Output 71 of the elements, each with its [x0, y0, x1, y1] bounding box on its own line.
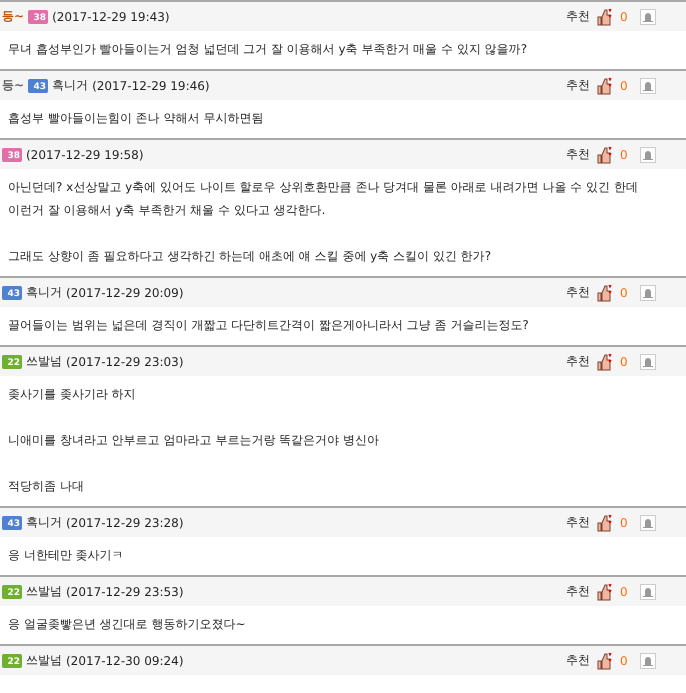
siren-icon: [643, 80, 653, 90]
level-badge: 43: [2, 516, 22, 530]
thumbs-up-icon[interactable]: [596, 514, 614, 532]
thumbs-up-icon[interactable]: [596, 284, 614, 302]
level-badge: 38: [2, 148, 22, 162]
report-button[interactable]: [640, 354, 656, 370]
author-name[interactable]: 흑니거: [52, 77, 88, 94]
siren-icon: [643, 586, 653, 596]
level-badge: 38: [28, 10, 48, 24]
level-badge: 43: [28, 78, 48, 92]
recommend-label: 추천: [566, 583, 590, 600]
comment-text: 좆사기를 좆사기라 하지 니애미를 창녀라고 안부르고 엄마라고 부르는거랑 똑같은거야 병신아 적당히좀 나대: [7, 386, 380, 495]
thumbs-up-icon[interactable]: [596, 76, 614, 94]
siren-icon: [643, 518, 653, 528]
recommend-count: 0: [620, 78, 629, 92]
comment-text: 무녀 흡성부인가 빨아들이는거 엄청 넓던데 그거 잘 이용해서 y축 부족한거 매울 수 있지 않을까?: [7, 41, 528, 58]
comment-time: (2017-12-29 20:09): [66, 286, 184, 300]
report-button[interactable]: [640, 8, 656, 24]
siren-icon: [643, 356, 653, 366]
comment-time: (2017-12-29 23:28): [66, 516, 184, 530]
comment-text: 응 얼굴좆빻은년 생긴대로 행동하기오졌다~: [7, 616, 246, 633]
recommend-count: 0: [620, 286, 629, 300]
author-name[interactable]: 쓰발넘: [26, 652, 62, 669]
recommend-count: 0: [620, 354, 629, 368]
recommend-label: 추천: [566, 652, 590, 669]
siren-icon: [643, 288, 653, 298]
recommend-count: 0: [620, 584, 629, 598]
comment-time: (2017-12-30 09:24): [66, 654, 184, 668]
author-name[interactable]: 쓰발넘: [26, 583, 62, 600]
author-name[interactable]: 흑니거: [26, 284, 62, 301]
recommend-label: 추천: [566, 77, 590, 94]
rank-label: 등~: [2, 77, 24, 94]
report-button[interactable]: [640, 146, 656, 162]
comment-text: 아닌던데? x선상말고 y축에 있어도 나이트 할로우 상위호환만큼 존나 당겨대 물론 아래로 내려가면 나올 수 있긴 한데 이런거 잘 이용해서 y축 부족한거 채울 수 있다고 생각한다. 그래도 상향이 좀 필요하다고 생각하긴 하는데 애초에 얘 스킬 중에 y축 스킬이 있긴 한가?: [7, 179, 639, 265]
thumbs-up-icon[interactable]: [596, 8, 614, 26]
comment-time: (2017-12-29 23:03): [66, 354, 184, 368]
thumbs-up-icon[interactable]: [596, 582, 614, 600]
level-badge: 22: [2, 354, 22, 368]
author-name[interactable]: 흑니거: [26, 514, 62, 531]
recommend-count: 0: [620, 148, 629, 162]
rank-label: 등~: [2, 8, 24, 25]
report-button[interactable]: [640, 584, 656, 600]
comment-text: 응 너한테만 좆사기ㅋ: [7, 547, 125, 564]
siren-icon: [643, 12, 653, 22]
thumbs-up-icon[interactable]: [596, 652, 614, 670]
siren-icon: [643, 656, 653, 666]
comment-text: 끌어들이는 범위는 넓은데 경직이 개짧고 다단히트간격이 짧은게아니라서 그냥 좀 거슬리는정도?: [7, 317, 530, 334]
report-button[interactable]: [640, 284, 656, 300]
recommend-label: 추천: [566, 284, 590, 301]
comment-time: (2017-12-29 19:46): [92, 78, 210, 92]
author-name[interactable]: 쓰발넘: [26, 353, 62, 370]
comment-time: (2017-12-29 23:53): [66, 584, 184, 598]
report-button[interactable]: [640, 652, 656, 668]
level-badge: 43: [2, 286, 22, 300]
comment-text: 흡성부 빨아들이는힘이 존나 약해서 무시하면됨: [7, 110, 264, 127]
comment-time: (2017-12-29 19:43): [52, 10, 170, 24]
recommend-label: 추천: [566, 8, 590, 25]
siren-icon: [643, 150, 653, 160]
thumbs-up-icon[interactable]: [596, 146, 614, 164]
level-badge: 22: [2, 584, 22, 598]
level-badge: 22: [2, 654, 22, 668]
comment-time: (2017-12-29 19:58): [26, 148, 144, 162]
recommend-count: 0: [620, 516, 629, 530]
recommend-label: 추천: [566, 353, 590, 370]
recommend-count: 0: [620, 10, 629, 24]
recommend-count: 0: [620, 654, 629, 668]
report-button[interactable]: [640, 78, 656, 94]
recommend-label: 추천: [566, 146, 590, 163]
report-button[interactable]: [640, 514, 656, 530]
recommend-label: 추천: [566, 514, 590, 531]
thumbs-up-icon[interactable]: [596, 352, 614, 370]
